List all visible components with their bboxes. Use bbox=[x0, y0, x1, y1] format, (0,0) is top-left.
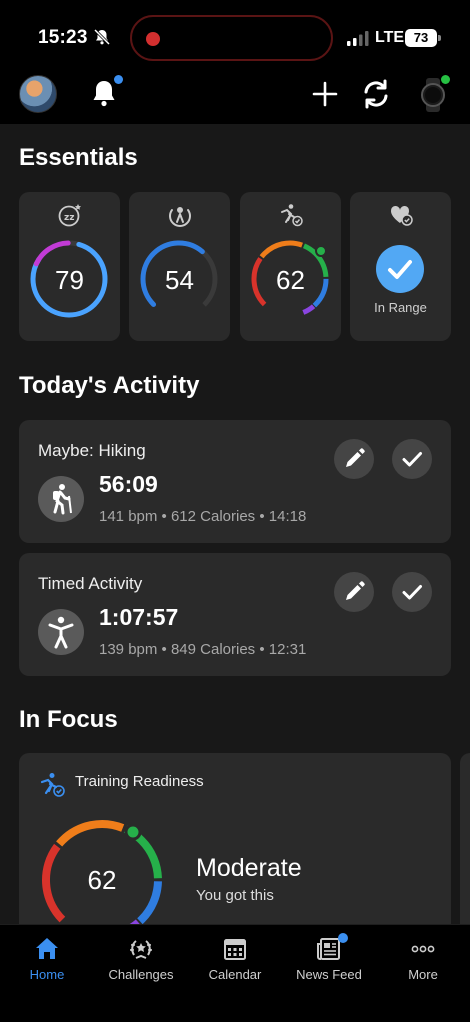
bottom-nav: Home Challenges Calendar News Feed More bbox=[0, 924, 470, 1022]
training-readiness-icon bbox=[40, 773, 65, 797]
readiness-status: Moderate bbox=[196, 854, 302, 882]
confirm-button[interactable] bbox=[392, 572, 432, 612]
in-range-label: In Range bbox=[374, 300, 427, 315]
essentials-card-heart-rate[interactable]: In Range bbox=[350, 192, 451, 341]
activity-meta: 141 bpm • 612 Calories • 14:18 bbox=[99, 508, 307, 525]
nav-label: Calendar bbox=[208, 967, 262, 982]
edit-button[interactable] bbox=[334, 439, 374, 479]
todays-activity-title: Today's Activity bbox=[19, 372, 200, 399]
training-readiness-focus-card[interactable]: Training Readiness 62 Moderate You got t… bbox=[19, 753, 451, 924]
status-bar: 15:23 LTE 73 bbox=[0, 0, 470, 72]
plus-icon[interactable] bbox=[311, 80, 339, 108]
svg-text:zz: zz bbox=[64, 213, 74, 223]
heart-check-icon bbox=[390, 205, 413, 226]
nav-home[interactable]: Home bbox=[0, 925, 94, 995]
in-focus-title: In Focus bbox=[19, 706, 118, 733]
essentials-card-training-readiness[interactable]: 62 bbox=[240, 192, 341, 341]
avatar[interactable] bbox=[19, 75, 57, 113]
news-feed-badge bbox=[338, 933, 348, 943]
next-focus-card[interactable] bbox=[460, 753, 470, 924]
essentials-title: Essentials bbox=[19, 144, 138, 171]
person-icon bbox=[38, 609, 84, 655]
check-circle-icon bbox=[376, 245, 424, 293]
pencil-icon bbox=[346, 448, 365, 467]
home-icon bbox=[36, 938, 58, 959]
main-content[interactable]: Essentials zz 79 54 62 In Range Today's … bbox=[0, 124, 470, 924]
device-connected-dot bbox=[441, 75, 450, 84]
battery-cap bbox=[438, 35, 441, 41]
battery-indicator: 73 bbox=[405, 29, 437, 47]
essentials-card-sleep[interactable]: zz 79 bbox=[19, 192, 120, 341]
sync-icon[interactable] bbox=[360, 78, 392, 110]
training-readiness-value: 62 bbox=[87, 865, 117, 895]
calendar-icon bbox=[224, 939, 246, 960]
activity-duration: 1:07:57 bbox=[99, 604, 179, 630]
confirm-button[interactable] bbox=[392, 439, 432, 479]
activity-title: Timed Activity bbox=[38, 574, 143, 593]
training-readiness-value: 62 bbox=[276, 265, 305, 295]
training-readiness-icon bbox=[281, 204, 303, 227]
essentials-card-body-battery[interactable]: 54 bbox=[129, 192, 230, 341]
more-icon bbox=[411, 945, 435, 953]
network-type: LTE bbox=[375, 29, 405, 46]
laurel-icon bbox=[130, 940, 152, 959]
activity-duration: 56:09 bbox=[99, 471, 158, 497]
recording-indicator-icon bbox=[146, 32, 160, 46]
nav-label: Challenges bbox=[108, 967, 174, 982]
nav-label: News Feed bbox=[296, 967, 362, 982]
edit-button[interactable] bbox=[334, 572, 374, 612]
body-battery-value: 54 bbox=[165, 265, 194, 295]
check-icon bbox=[402, 452, 422, 467]
check-icon bbox=[402, 585, 422, 600]
activity-card-hiking[interactable]: Maybe: Hiking 56:09 141 bpm • 612 Calori… bbox=[19, 420, 451, 543]
activity-title: Maybe: Hiking bbox=[38, 441, 146, 460]
status-time: 15:23 bbox=[38, 27, 88, 48]
nav-more[interactable]: More bbox=[376, 925, 470, 995]
pencil-icon bbox=[346, 581, 365, 600]
sleep-icon: zz bbox=[58, 204, 81, 227]
nav-calendar[interactable]: Calendar bbox=[188, 925, 282, 995]
notification-dot bbox=[114, 75, 123, 84]
nav-news-feed[interactable]: News Feed bbox=[282, 925, 376, 995]
nav-label: Home bbox=[29, 967, 65, 982]
activity-meta: 139 bpm • 849 Calories • 12:31 bbox=[99, 641, 307, 658]
top-header bbox=[0, 72, 470, 124]
dynamic-island[interactable] bbox=[130, 15, 333, 61]
body-battery-icon bbox=[169, 207, 191, 227]
cellular-signal-icon bbox=[347, 31, 369, 46]
activity-card-timed[interactable]: Timed Activity 1:07:57 139 bpm • 849 Cal… bbox=[19, 553, 451, 676]
focus-card-title: Training Readiness bbox=[75, 773, 204, 790]
nav-challenges[interactable]: Challenges bbox=[94, 925, 188, 995]
nav-label: More bbox=[408, 967, 438, 982]
sleep-score-value: 79 bbox=[55, 265, 84, 295]
bell-slash-icon bbox=[93, 28, 111, 46]
readiness-message: You got this bbox=[196, 887, 274, 904]
hiking-icon bbox=[38, 476, 84, 522]
